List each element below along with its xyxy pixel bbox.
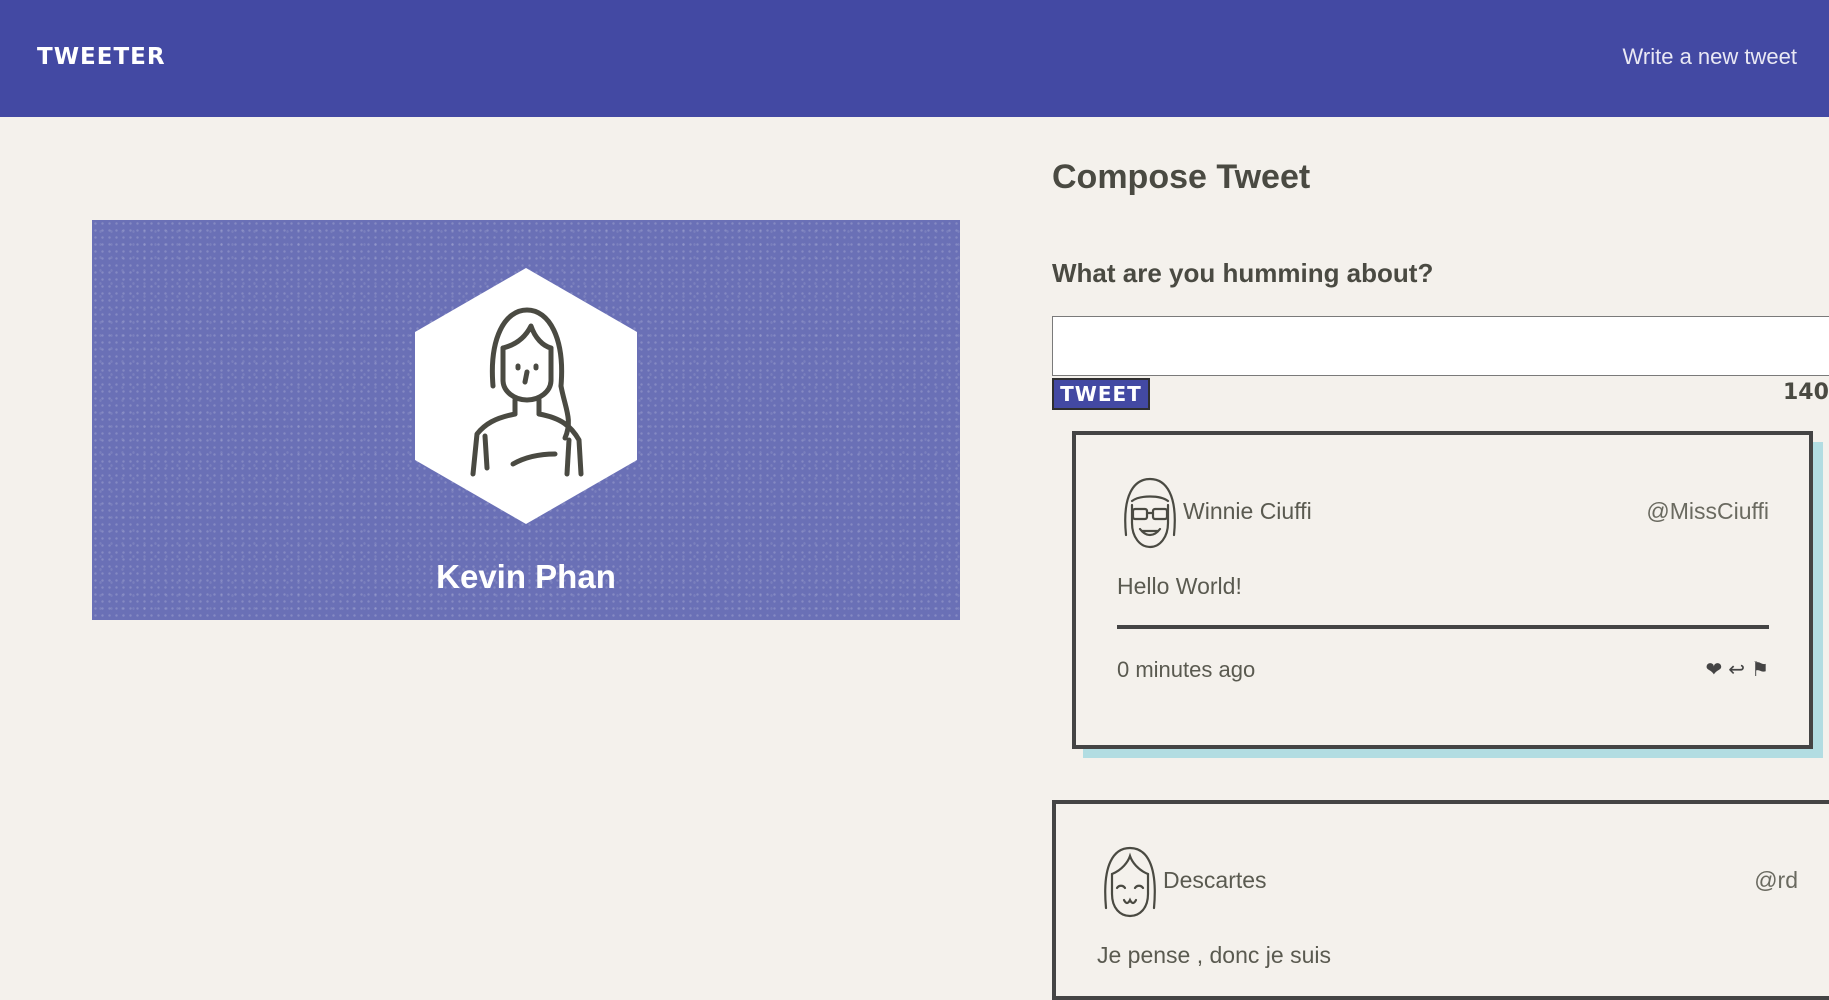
profile-name: Kevin Phan xyxy=(436,558,616,595)
tweet-divider xyxy=(1117,625,1769,629)
tweet-author: Descartes xyxy=(1163,867,1267,893)
like-icon[interactable]: ❤ xyxy=(1706,657,1723,681)
tweet-handle: @rd xyxy=(1754,867,1798,893)
compose-title: Compose Tweet xyxy=(1052,158,1311,196)
character-counter: 140 xyxy=(1783,380,1829,405)
write-new-tweet-link[interactable]: Write a new tweet xyxy=(1623,44,1797,70)
brand-logo[interactable]: TWEETER xyxy=(37,44,166,70)
tweet-timestamp: 0 minutes ago xyxy=(1117,657,1256,682)
sunglasses-avatar-icon xyxy=(1124,477,1176,549)
retweet-icon[interactable]: ↩ xyxy=(1728,657,1745,681)
tweet-button[interactable]: TWEET xyxy=(1052,378,1150,410)
top-navbar: TWEETER Write a new tweet xyxy=(0,0,1829,117)
smiling-avatar-icon xyxy=(1104,846,1156,918)
tweet-card: Winnie Ciuffi @MissCiuffi Hello World! 0… xyxy=(1072,431,1813,749)
tweet-author: Winnie Ciuffi xyxy=(1183,498,1312,524)
tweet-content: Je pense , donc je suis xyxy=(1097,942,1331,968)
tweet-content: Hello World! xyxy=(1117,573,1242,599)
flag-icon[interactable]: ⚑ xyxy=(1751,657,1769,681)
tweet-actions: ❤ ↩ ⚑ xyxy=(1706,657,1769,681)
tweet-handle: @MissCiuffi xyxy=(1646,498,1769,524)
tweet-textarea[interactable] xyxy=(1052,316,1829,376)
tweet-card: Descartes @rd Je pense , donc je suis xyxy=(1052,800,1829,1000)
compose-label: What are you humming about? xyxy=(1052,258,1434,288)
profile-avatar xyxy=(415,268,637,524)
